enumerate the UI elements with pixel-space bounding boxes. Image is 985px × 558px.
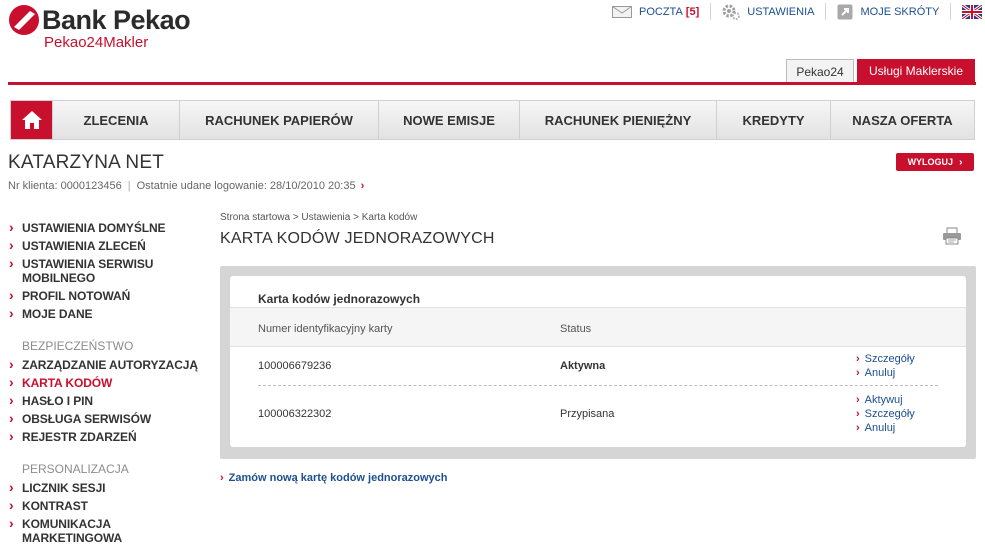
- sidebar-item-code-card[interactable]: KARTA KODÓW: [9, 375, 209, 390]
- cancel-link[interactable]: Anuluj: [856, 366, 915, 380]
- tab-pekao24[interactable]: Pekao24: [786, 59, 854, 84]
- sidebar-item-event-log[interactable]: REJESTR ZDARZEŃ: [9, 429, 209, 444]
- nav-credits[interactable]: KREDYTY: [716, 101, 830, 139]
- settings-link[interactable]: USTAWIENIA: [722, 4, 814, 20]
- row-actions: Aktywuj Szczegóły Anuluj: [856, 393, 915, 435]
- language-switch[interactable]: [962, 4, 983, 19]
- login-history-arrow-icon[interactable]: ›: [361, 180, 365, 192]
- nav-cash-account[interactable]: RACHUNEK PIENIĘŻNY: [519, 101, 716, 139]
- home-icon: [21, 111, 42, 129]
- sidebar-item-mobile-settings[interactable]: USTAWIENIA SERWISU MOBILNEGO: [9, 256, 209, 285]
- card-number: 100006679236: [258, 360, 332, 372]
- divider: [825, 3, 827, 20]
- order-new-card-link[interactable]: Zamów nową kartę kodów jednorazowych: [220, 472, 448, 484]
- uk-flag-icon: [962, 4, 983, 19]
- logout-button[interactable]: WYLOGUJ ›: [896, 153, 974, 171]
- client-number: Nr klienta: 0000123456: [8, 180, 122, 192]
- page-title: KARTA KODÓW JEDNORAZOWYCH: [220, 230, 495, 247]
- row-actions: Szczegóły Anuluj: [856, 352, 915, 380]
- nav-our-offer[interactable]: NASZA OFERTA: [830, 101, 974, 139]
- mail-count-badge: [5]: [685, 5, 700, 18]
- table-header: Numer identyfikacyjny karty Status: [230, 308, 966, 347]
- sidebar-item-quotes-profile[interactable]: PROFIL NOTOWAŃ: [9, 288, 209, 303]
- sidebar-item-my-data[interactable]: MOJE DANE: [9, 306, 209, 321]
- card-title: Karta kodów jednorazowych: [258, 292, 421, 306]
- column-header-card-number: Numer identyfikacyjny karty: [258, 323, 393, 335]
- envelope-icon: [612, 5, 632, 18]
- card-number: 100006322302: [258, 408, 332, 420]
- code-cards-card: Karta kodów jednorazowych Numer identyfi…: [230, 276, 966, 447]
- bank-logo[interactable]: Bank Pekao Pekao24Makler: [8, 3, 191, 51]
- home-button[interactable]: [11, 101, 52, 139]
- cancel-link[interactable]: Anuluj: [856, 421, 915, 435]
- settings-label: USTAWIENIA: [747, 5, 815, 18]
- nav-new-issues[interactable]: NOWE EMISJE: [378, 101, 519, 139]
- shortcuts-link[interactable]: MOJE SKRÓTY: [837, 4, 939, 20]
- pekao-logo-icon: [9, 5, 39, 35]
- mail-label: POCZTA: [639, 5, 683, 18]
- shortcuts-label: MOJE SKRÓTY: [860, 5, 940, 18]
- page: Bank Pekao Pekao24Makler POCZTA [5] USTA…: [0, 0, 985, 558]
- logout-label: WYLOGUJ: [907, 157, 954, 167]
- sidebar-item-marketing[interactable]: KOMUNIKACJA MARKETINGOWA: [9, 516, 209, 545]
- header-divider: [8, 82, 976, 85]
- activate-link[interactable]: Aktywuj: [856, 393, 915, 407]
- sidebar: USTAWIENIA DOMYŚLNE USTAWIENIA ZLECEŃ US…: [9, 220, 209, 549]
- details-link[interactable]: Szczegóły: [856, 352, 915, 366]
- user-name: KATARZYNA NET: [8, 152, 165, 173]
- gear-icon: [722, 4, 741, 20]
- sidebar-item-order-settings[interactable]: USTAWIENIA ZLECEŃ: [9, 238, 209, 253]
- sidebar-item-default-settings[interactable]: USTAWIENIA DOMYŚLNE: [9, 220, 209, 235]
- breadcrumb: Strona startowa > Ustawienia > Karta kod…: [220, 212, 418, 223]
- brand-name: Bank Pekao: [42, 5, 191, 35]
- sidebar-item-contrast[interactable]: KONTRAST: [9, 498, 209, 513]
- last-login: Ostatnie udane logowanie: 28/10/2010 20:…: [136, 180, 356, 192]
- shortcut-arrow-icon: [837, 4, 853, 20]
- divider: [710, 3, 712, 20]
- card-status: Aktywna: [560, 360, 606, 372]
- nav-orders[interactable]: ZLECENIA: [52, 101, 179, 139]
- sidebar-section-personalization: PERSONALIZACJA: [22, 462, 129, 476]
- details-link[interactable]: Szczegóły: [856, 407, 915, 421]
- sidebar-item-authorization[interactable]: ZARZĄDZANIE AUTORYZACJĄ: [9, 357, 209, 372]
- sidebar-item-session-counter[interactable]: LICZNIK SESJI: [9, 480, 209, 495]
- divider: [950, 3, 952, 20]
- column-header-status: Status: [560, 323, 592, 335]
- row-divider: [258, 385, 938, 386]
- sidebar-item-password-pin[interactable]: HASŁO I PIN: [9, 393, 209, 408]
- separator: |: [127, 180, 131, 192]
- chevron-right-icon: ›: [959, 156, 963, 168]
- code-cards-panel: Karta kodów jednorazowych Numer identyfi…: [220, 266, 976, 459]
- client-info: Nr klienta: 0000123456 | Ostatnie udane …: [8, 180, 364, 192]
- mail-link[interactable]: POCZTA [5]: [612, 5, 700, 18]
- main-nav: ZLECENIA RACHUNEK PAPIERÓW NOWE EMISJE R…: [10, 100, 975, 140]
- card-status: Przypisana: [560, 408, 615, 420]
- printer-icon[interactable]: [942, 227, 962, 250]
- tab-brokerage-services[interactable]: Usługi Maklerskie: [857, 59, 975, 84]
- sidebar-item-services[interactable]: OBSŁUGA SERWISÓW: [9, 411, 209, 426]
- top-nav: POCZTA [5] USTAWIENIA MOJE SKRÓTY: [612, 3, 983, 20]
- nav-securities-account[interactable]: RACHUNEK PAPIERÓW: [179, 101, 378, 139]
- sidebar-section-security: BEZPIECZEŃSTWO: [22, 339, 134, 353]
